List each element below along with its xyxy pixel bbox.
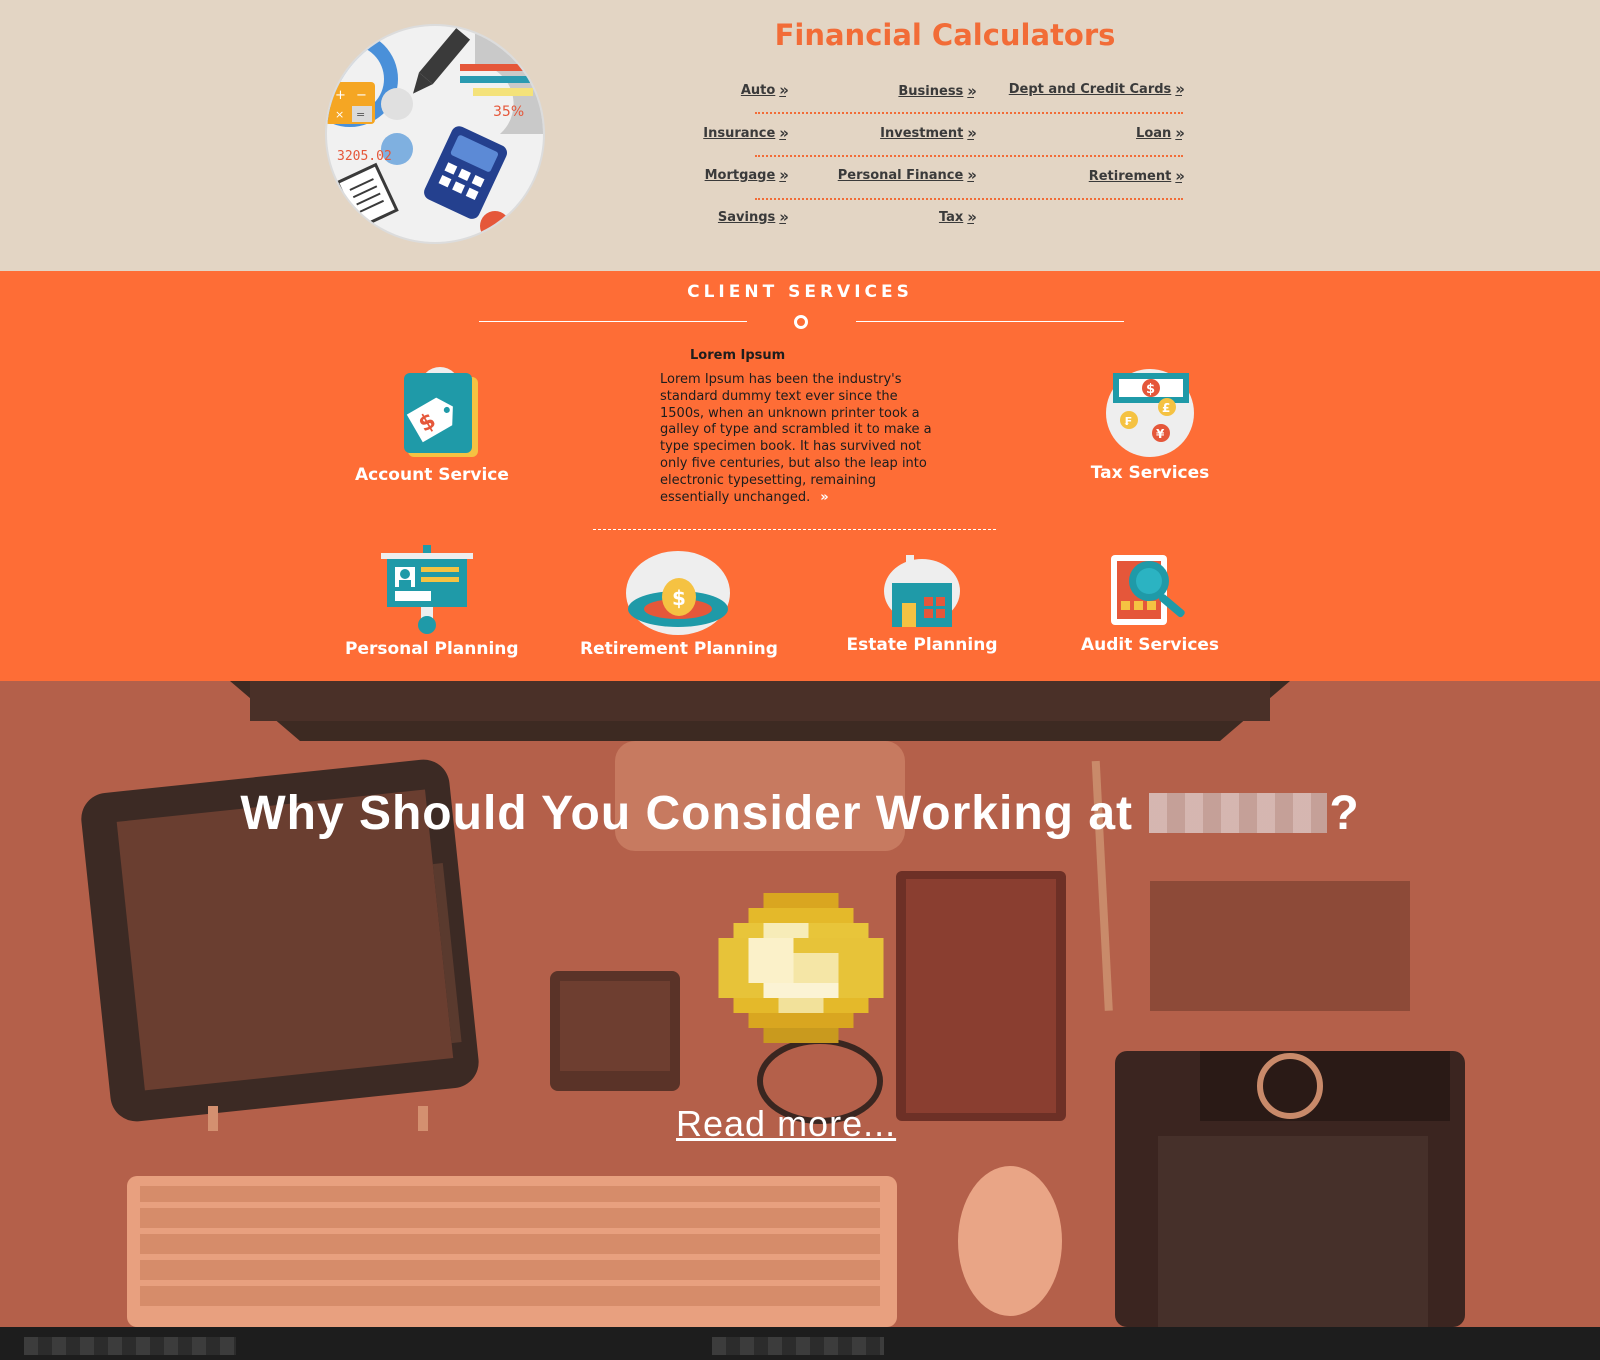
double-chevron-right-icon: » — [1175, 124, 1185, 142]
calc-link-savings[interactable]: Savings» — [660, 208, 789, 226]
calc-row-divider — [755, 155, 1183, 157]
double-chevron-right-icon: » — [1175, 167, 1185, 185]
service-tax-services[interactable]: $ £ ₣ ¥ Tax Services — [1083, 367, 1217, 483]
calc-link-label: Savings — [717, 209, 776, 225]
svg-text:3205.02: 3205.02 — [337, 149, 392, 164]
calc-link-label: Dept and Credit Cards — [1008, 81, 1172, 97]
presentation-board-icon — [381, 545, 473, 634]
calculator-illustration-icon: 35% + − × = 3205.02 — [325, 24, 545, 244]
heading-divider-left — [479, 321, 747, 322]
calc-link-auto[interactable]: Auto» — [690, 81, 789, 99]
svg-text:£: £ — [1162, 401, 1170, 415]
lorem-title: Lorem Ipsum — [690, 348, 786, 363]
calc-link-label: Insurance — [703, 125, 776, 141]
calc-link-personal-finance[interactable]: Personal Finance» — [810, 166, 977, 184]
svg-text:¥: ¥ — [1156, 427, 1165, 441]
service-estate-planning[interactable]: Estate Planning — [846, 555, 998, 655]
calc-row-divider — [755, 112, 1183, 114]
service-label: Personal Planning — [345, 639, 519, 659]
services-dashed-divider — [593, 529, 996, 530]
double-chevron-right-icon: » — [779, 81, 789, 99]
calc-link-tax[interactable]: Tax» — [830, 208, 977, 226]
calc-link-business[interactable]: Business» — [830, 82, 977, 100]
svg-text:₣: ₣ — [1124, 415, 1132, 428]
service-audit-services[interactable]: Audit Services — [1080, 551, 1220, 655]
redacted-footer-text — [24, 1337, 236, 1355]
calc-link-mortgage[interactable]: Mortgage» — [660, 166, 789, 184]
calc-link-label: Retirement — [1088, 168, 1172, 184]
double-chevron-right-icon: » — [967, 166, 977, 184]
svg-text:=: = — [356, 108, 365, 121]
service-label: Audit Services — [1080, 635, 1220, 655]
calc-link-label: Tax — [938, 209, 964, 225]
calculators-title: Financial Calculators — [774, 18, 1116, 52]
double-chevron-right-icon: » — [779, 208, 789, 226]
coin-savings-icon: $ — [626, 551, 730, 635]
price-tag-icon: $ — [404, 367, 478, 457]
services-heading: CLIENT SERVICES — [687, 282, 913, 302]
read-more-link[interactable]: Read more... — [676, 1103, 896, 1145]
service-account-service[interactable]: $ Account Service — [355, 361, 509, 485]
double-chevron-right-icon: » — [1175, 80, 1185, 98]
svg-text:+: + — [335, 88, 346, 103]
calc-link-retirement[interactable]: Retirement» — [1040, 167, 1185, 185]
calc-link-label: Personal Finance — [837, 167, 964, 183]
heading-divider-right — [856, 321, 1124, 322]
svg-text:−: − — [356, 88, 367, 103]
financial-calculators-section: 35% + − × = 3205.02 Financial Calculator… — [0, 0, 1600, 271]
calc-link-investment[interactable]: Investment» — [830, 124, 977, 142]
magnifier-calculator-icon — [1111, 555, 1185, 625]
calc-link-label: Auto — [740, 82, 776, 98]
hero-title-text: Why Should You Consider Working at — [240, 787, 1133, 840]
double-chevron-right-icon: » — [967, 124, 977, 142]
calc-link-label: Business — [898, 83, 964, 99]
service-retirement-planning[interactable]: $ Retirement Planning — [580, 551, 778, 659]
currency-icon: $ £ ₣ ¥ — [1106, 369, 1194, 457]
calc-link-loan[interactable]: Loan» — [1040, 124, 1185, 142]
double-chevron-right-icon[interactable]: » — [820, 490, 829, 507]
calc-link-label: Mortgage — [704, 167, 776, 183]
lorem-body-text: Lorem Ipsum has been the industry's stan… — [660, 372, 932, 505]
redacted-company-name — [1149, 793, 1328, 833]
double-chevron-right-icon: » — [967, 82, 977, 100]
calc-row-divider — [755, 198, 1183, 200]
company-logo-icon — [718, 893, 884, 1043]
calc-link-label: Investment — [880, 125, 964, 141]
svg-text:$: $ — [672, 586, 686, 610]
svg-text:35%: 35% — [493, 104, 524, 120]
calc-link-debt-credit-cards[interactable]: Dept and Credit Cards» — [990, 80, 1185, 98]
double-chevron-right-icon: » — [967, 208, 977, 226]
double-chevron-right-icon: » — [779, 124, 789, 142]
footer-bar — [0, 1327, 1600, 1360]
hero-section: Why Should You Consider Working at ? Rea… — [0, 681, 1600, 1327]
hero-title-suffix: ? — [1329, 787, 1360, 840]
service-label: Estate Planning — [846, 635, 998, 655]
service-label: Account Service — [355, 465, 509, 485]
service-label: Tax Services — [1090, 463, 1210, 483]
calc-link-insurance[interactable]: Insurance» — [660, 124, 789, 142]
house-icon — [884, 555, 960, 627]
svg-text:×: × — [335, 108, 344, 121]
heading-ornament-icon — [794, 315, 808, 329]
calc-link-label: Loan — [1136, 125, 1172, 141]
service-personal-planning[interactable]: Personal Planning — [345, 545, 519, 659]
service-label: Retirement Planning — [580, 639, 778, 659]
client-services-section: CLIENT SERVICES $ Account Service Lorem … — [0, 271, 1600, 681]
lorem-body: Lorem Ipsum has been the industry's stan… — [660, 372, 945, 506]
svg-text:$: $ — [1146, 382, 1155, 397]
redacted-footer-text — [712, 1337, 884, 1355]
double-chevron-right-icon: » — [779, 166, 789, 184]
hero-title: Why Should You Consider Working at ? — [0, 786, 1600, 841]
